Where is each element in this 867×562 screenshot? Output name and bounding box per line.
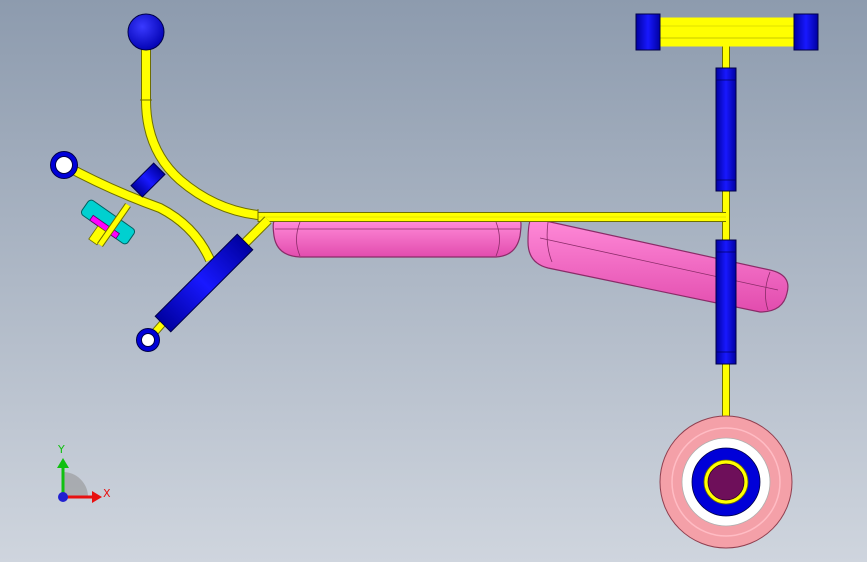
lower-steering-cylinder[interactable] [715,239,737,365]
x-axis-label: X [103,487,111,500]
left-grip[interactable] [635,13,661,51]
y-axis-label: Y [58,443,65,456]
cad-viewport[interactable]: Y X [0,0,867,562]
front-seat-pad[interactable] [272,220,522,258]
triad-origin [58,492,68,502]
t-handlebar[interactable] [635,13,819,51]
handle-knob[interactable] [127,13,165,51]
cad-scene[interactable] [0,0,867,562]
front-wheel[interactable] [659,415,793,549]
right-grip[interactable] [793,13,819,51]
upper-steering-cylinder[interactable] [715,67,737,192]
